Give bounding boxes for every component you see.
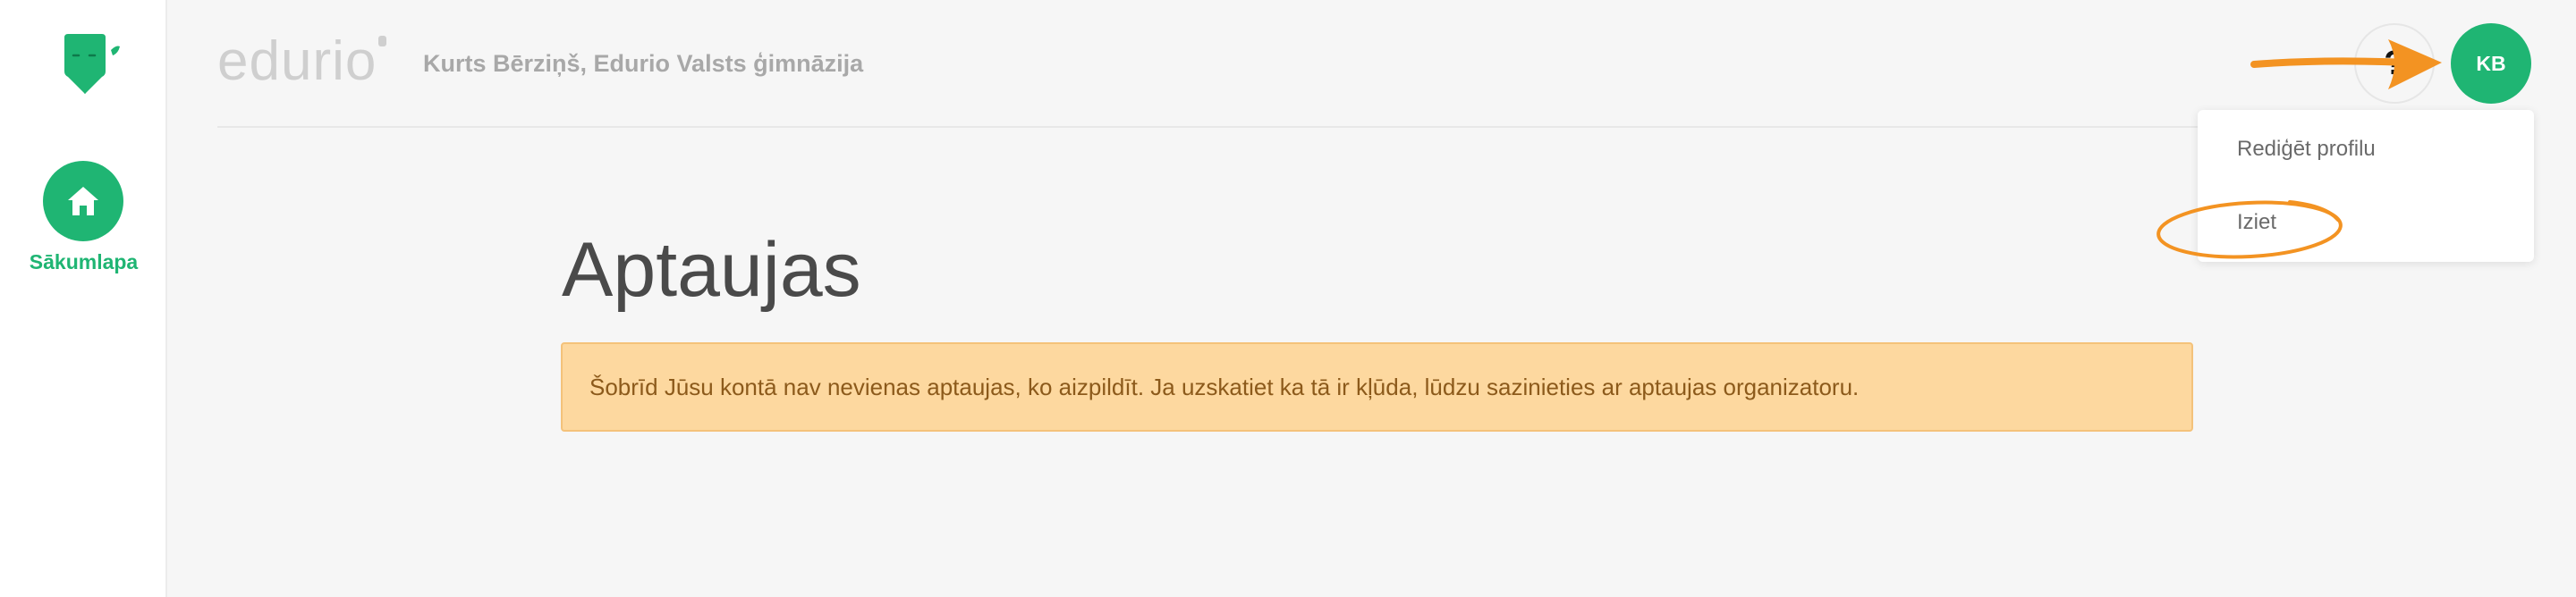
page-title: Aptaujas <box>562 227 861 313</box>
header: edurio Kurts Bērziņš, Edurio Valsts ģimn… <box>217 0 2534 128</box>
alert-text: Šobrīd Jūsu kontā nav nevienas aptaujas,… <box>589 373 1860 400</box>
edit-profile-menu-item[interactable]: Rediģēt profilu <box>2237 137 2376 162</box>
empty-surveys-alert: Šobrīd Jūsu kontā nav nevienas aptaujas,… <box>561 342 2193 432</box>
home-icon <box>68 187 98 215</box>
profile-dropdown-menu: Rediģēt profilu Iziet <box>2198 110 2534 262</box>
brand-dot <box>378 36 387 46</box>
brand-wordmark: edurio <box>217 30 377 92</box>
user-avatar-button[interactable]: KB <box>2451 23 2531 104</box>
home-button[interactable] <box>43 161 123 241</box>
user-org-label: Kurts Bērziņš, Edurio Valsts ģimnāzija <box>423 50 864 77</box>
help-button[interactable]: ? <box>2354 23 2435 104</box>
logout-menu-item[interactable]: Iziet <box>2237 210 2276 235</box>
sidebar: Sākumlapa <box>0 0 167 597</box>
home-label[interactable]: Sākumlapa <box>0 250 167 274</box>
help-icon: ? <box>2384 44 2405 82</box>
avatar-initials: KB <box>2476 51 2506 75</box>
brand-logo[interactable]: edurio <box>217 30 387 93</box>
edurio-logo-icon[interactable] <box>59 32 122 97</box>
